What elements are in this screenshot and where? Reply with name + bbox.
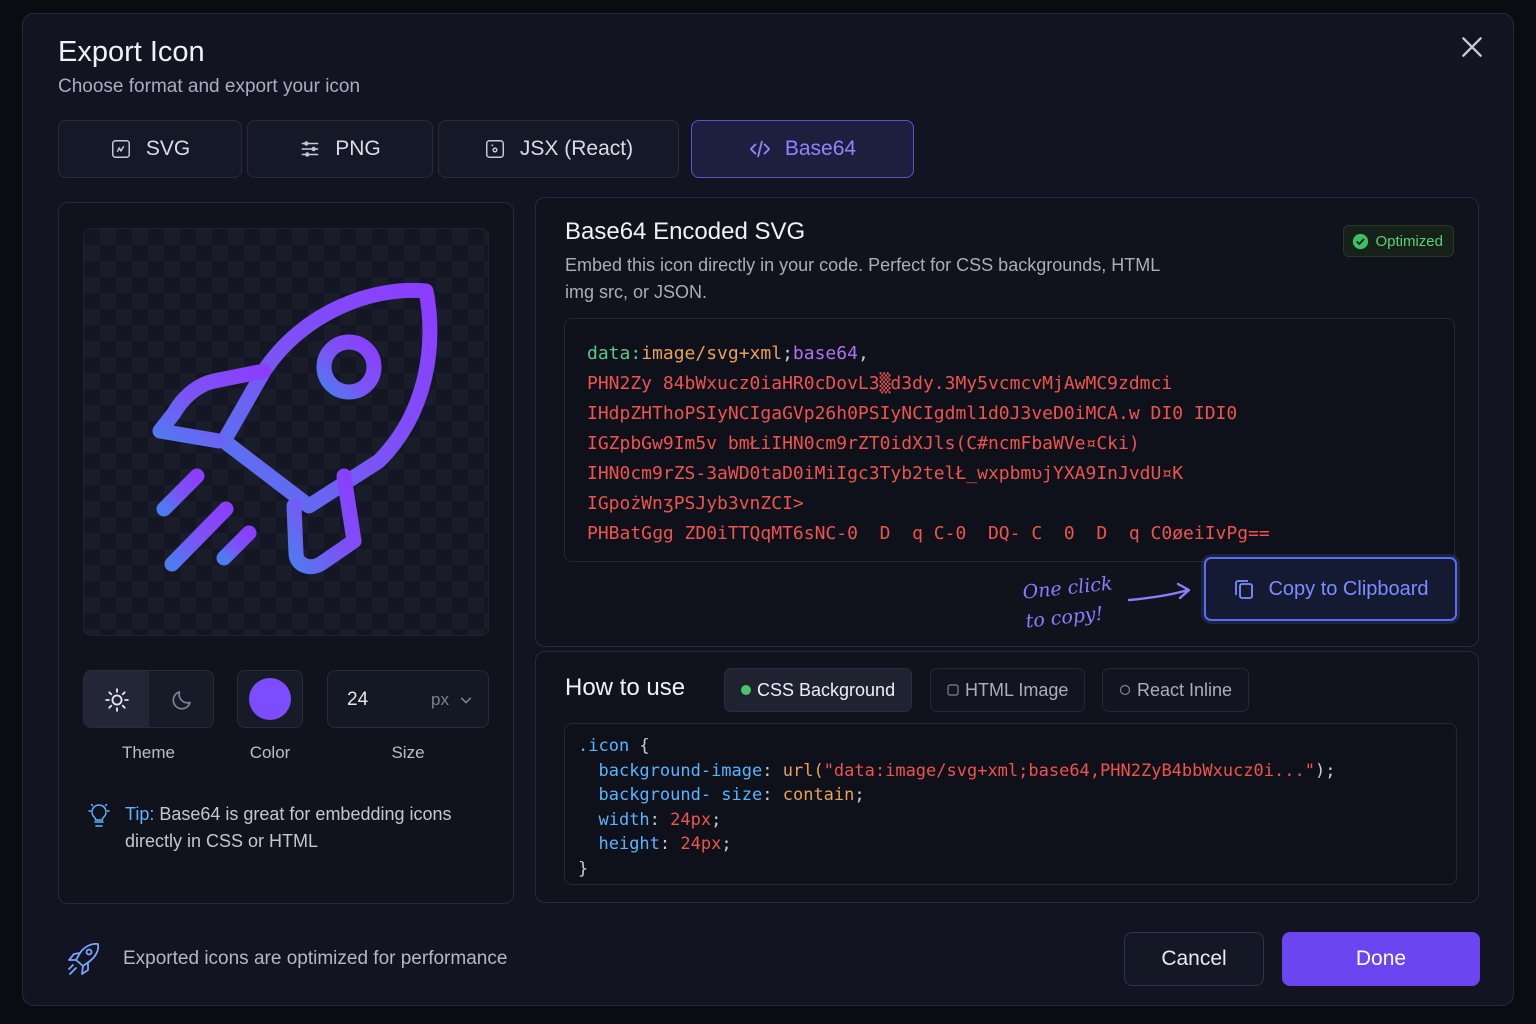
theme-label: Theme: [122, 743, 175, 762]
tab-svg[interactable]: SVG: [58, 120, 242, 178]
export-dialog: Export Icon Choose format and export you…: [22, 13, 1514, 1006]
encoded-title: Base64 Encoded SVG: [565, 218, 806, 245]
code-terminator: );: [1314, 760, 1336, 781]
tab-base64[interactable]: Base64: [691, 120, 914, 178]
code-terminator: ;: [854, 785, 865, 805]
base64-line: PHBatGɡg ZD0iTTQqMT6sNC-0 D q C-0 DQ- C …: [587, 523, 1270, 544]
how-to-use-title: How to use: [565, 674, 686, 701]
copy-to-clipboard-button[interactable]: Copy to Clipboard: [1204, 557, 1457, 621]
code-open-brace: {: [629, 736, 650, 756]
code-property: background- size: [598, 785, 763, 805]
png-image-icon: [301, 141, 319, 157]
base64-code-block[interactable]: data:image/svg+xml;base64, PHN2Zy 84bWxu…: [564, 318, 1455, 562]
tip-text: Tip: Base64 is great for embedding icons…: [125, 801, 495, 855]
rocket-icon: [152, 282, 438, 575]
close-icon[interactable]: [1459, 34, 1485, 60]
code-terminator: ;: [711, 809, 722, 830]
copy-icon: [1235, 580, 1254, 599]
chevron-down-icon: [460, 697, 472, 704]
optimized-badge-label: Optimized: [1375, 232, 1443, 250]
cancel-button[interactable]: Cancel: [1124, 932, 1264, 986]
color-picker[interactable]: [237, 670, 303, 728]
code-property: background-image: [598, 760, 763, 781]
base64-line: PHN2Zy 84bWxucz0iaHR0cDovL3▒d3dy.3My5vcm…: [587, 373, 1173, 394]
tab-png[interactable]: PNG: [247, 120, 433, 178]
size-unit: px: [431, 690, 449, 709]
image-icon: [947, 684, 959, 696]
tab-svg-label: SVG: [145, 137, 191, 160]
rocket-icon: [68, 942, 100, 975]
code-prefix-sep: ;: [782, 343, 793, 364]
how-to-use-panel: How to use CSS Background HTML Image Rea…: [535, 651, 1479, 903]
code-function: url(: [782, 760, 824, 781]
base64-line: IGpożWnʒPSJyb3vnZCI>: [587, 493, 804, 514]
theme-dark-button[interactable]: [149, 671, 213, 727]
arrow-right-icon: [1127, 582, 1191, 602]
preview-controls: 24 px Theme Color Size: [83, 670, 493, 770]
code-prefix-mime: image/svg+xml: [641, 343, 783, 364]
copy-annotation: One click to copy!: [1021, 572, 1114, 633]
copy-button-label: Copy to Clipboard: [1268, 577, 1429, 600]
tab-html-image-label: HTML Image: [965, 679, 1069, 700]
size-select[interactable]: 24 px: [327, 670, 489, 728]
base64-line: IHdpZHThoPSIyNCIgaGVp26h0PSIyNCIgdml1d0J…: [587, 403, 1238, 424]
sun-icon: [104, 688, 129, 712]
footer-note: Exported icons are optimized for perform…: [123, 948, 508, 969]
code-prefix-scheme: data:: [587, 343, 642, 364]
react-icon: [1119, 684, 1131, 696]
done-button[interactable]: Done: [1282, 932, 1480, 986]
check-circle-icon: [1353, 233, 1369, 249]
dialog-title: Export Icon: [58, 36, 205, 68]
code-number: 24px: [680, 834, 722, 854]
optimized-badge: Optimized: [1343, 225, 1454, 257]
code-prefix-keyword: base64: [792, 343, 858, 364]
dialog-subtitle: Choose format and export your icon: [58, 76, 361, 97]
tab-html-image[interactable]: HTML Image: [930, 668, 1086, 712]
tab-base64-label: Base64: [784, 137, 857, 160]
color-label: Color: [249, 743, 291, 762]
code-property: width: [598, 809, 650, 830]
tip-key: Tip:: [125, 804, 155, 824]
code-close-brace: }: [578, 858, 589, 879]
code-number: 24px: [670, 809, 712, 830]
jsx-file-icon: [485, 140, 504, 158]
moon-icon: [172, 691, 191, 710]
tip-body: Base64 is great for embedding icons dire…: [125, 804, 452, 851]
tab-css-background-label: CSS Background: [757, 679, 896, 700]
code-keyword-value: contain: [782, 785, 855, 805]
lightbulb-icon: [88, 803, 110, 827]
tab-react-inline[interactable]: React Inline: [1102, 668, 1250, 712]
base64-line: IGZpbGw9Im5v bmŁiIHN0cm9rZT0idXJls(C#ncm…: [587, 433, 1140, 454]
usage-code-block[interactable]: .icon { background-image: url("data:imag…: [564, 723, 1457, 885]
encoded-description: Embed this icon directly in your code. P…: [565, 255, 1160, 302]
active-dot-icon: [741, 685, 751, 695]
tab-jsx-label: JSX (React): [519, 137, 634, 160]
code-prefix-end: ,: [857, 343, 869, 364]
preview-panel: 24 px Theme Color Size Tip: Base64 is gr…: [58, 202, 514, 904]
base64-line: IHN0cm9rZS-3aWD0taD0iMiIgc3Tyb2telŁ_wxpb…: [587, 463, 1184, 484]
tab-jsx[interactable]: JSX (React): [438, 120, 679, 178]
code-property: height: [598, 834, 660, 854]
code-terminator: ;: [721, 834, 732, 854]
code-string: "data:image/svg+xml;base64,PHN2ZyB4bbWxu…: [823, 760, 1315, 781]
tab-css-background[interactable]: CSS Background: [724, 668, 913, 712]
theme-toggle[interactable]: [83, 670, 214, 728]
svg-file-icon: [111, 140, 130, 158]
code-selector: .icon: [578, 736, 630, 756]
size-value: 24: [347, 689, 369, 710]
tab-react-inline-label: React Inline: [1137, 679, 1233, 700]
size-label: Size: [391, 743, 425, 762]
tab-png-label: PNG: [335, 137, 381, 160]
encoded-panel: Base64 Encoded SVG Embed this icon direc…: [535, 197, 1479, 647]
color-swatch: [249, 678, 291, 720]
icon-preview: [83, 228, 489, 636]
theme-light-button[interactable]: [84, 671, 149, 727]
code-icon: [749, 140, 770, 158]
